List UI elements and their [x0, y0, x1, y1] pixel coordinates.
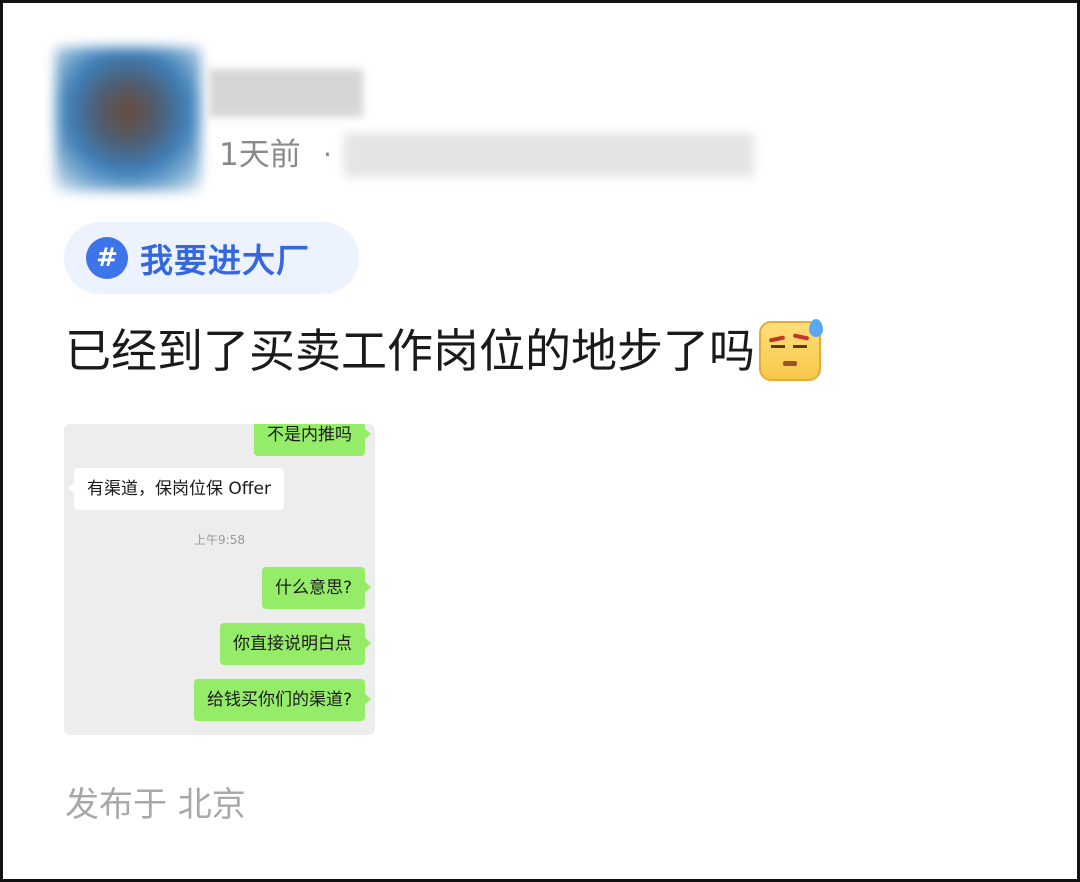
- meta-separator: ·: [323, 138, 332, 171]
- post-content: 已经到了买卖工作岗位的地步了吗: [65, 319, 823, 381]
- post-text: 已经到了买卖工作岗位的地步了吗: [65, 324, 755, 378]
- chat-timestamp: 上午9:58: [194, 533, 245, 547]
- avatar[interactable]: [55, 47, 201, 191]
- chat-screenshot-image[interactable]: 不是内推吗 有渠道，保岗位保 Offer 上午9:58 什么意思? 你直接说明白…: [64, 424, 375, 735]
- chat-bubble-sent: 不是内推吗: [254, 424, 371, 456]
- chat-bubble-sent: 什么意思?: [261, 567, 372, 609]
- author-name-redacted: [209, 69, 363, 117]
- chat-bubble-sent: 你直接说明白点: [220, 623, 371, 665]
- author-meta-redacted: [344, 133, 754, 177]
- chat-bubble-received: 有渠道，保岗位保 Offer: [68, 468, 284, 510]
- hashtag-icon: #: [86, 237, 128, 279]
- sweat-annoyed-emoji-icon: [759, 319, 823, 381]
- post-location: 发布于 北京: [65, 785, 246, 825]
- topic-tag[interactable]: # 我要进大厂: [64, 222, 359, 294]
- chat-bubble-sent: 给钱买你们的渠道?: [193, 679, 372, 721]
- post-card: 1天前 · # 我要进大厂 已经到了买卖工作岗位的地步了吗 不是内推吗 有渠道，…: [0, 0, 1080, 882]
- topic-label: 我要进大厂: [140, 241, 310, 280]
- post-time: 1天前: [219, 137, 301, 173]
